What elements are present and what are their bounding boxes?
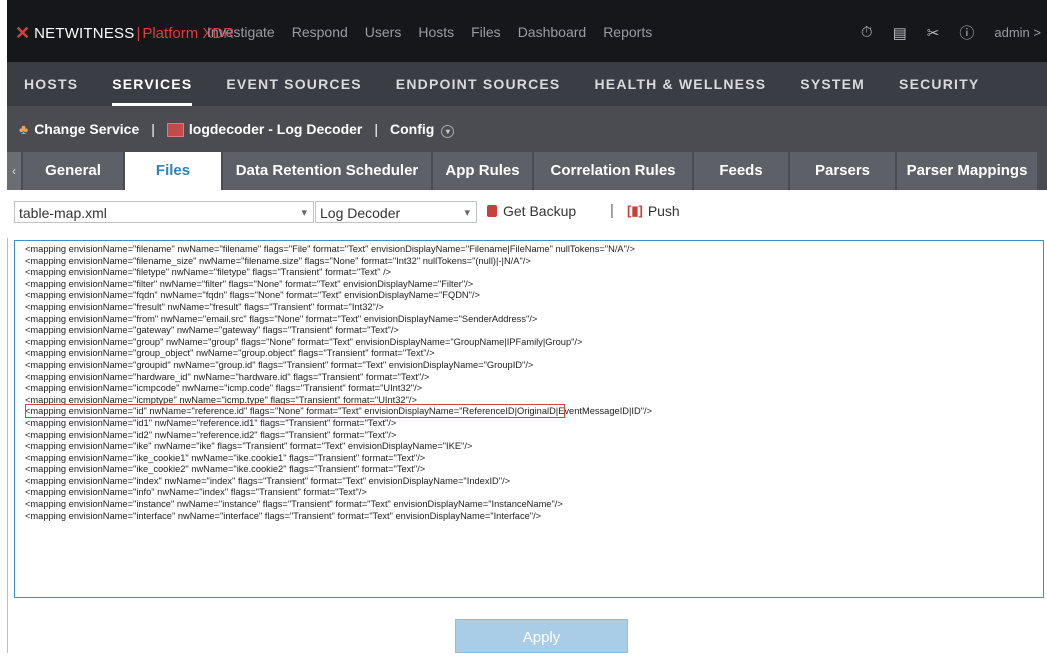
document-icon[interactable]: ▤ <box>893 24 907 42</box>
change-service-button[interactable]: ♣ Change Service <box>19 121 139 137</box>
admin-nav: HOSTS SERVICES EVENT SOURCES ENDPOINT SO… <box>7 62 1047 106</box>
admin-nav-services[interactable]: SERVICES <box>95 62 209 106</box>
brand-name: NETWITNESS <box>34 25 135 42</box>
push-icon: [▮] <box>627 203 643 218</box>
file-line: <mapping envisionName="fqdn" nwName="fqd… <box>25 290 480 301</box>
push-button[interactable]: [▮] Push <box>627 203 680 219</box>
admin-nav-endpoint-sources[interactable]: ENDPOINT SOURCES <box>379 62 578 106</box>
top-nav: Investigate Respond Users Hosts Files Da… <box>207 24 652 40</box>
user-name: admin <box>994 25 1030 40</box>
service-tree-icon: ♣ <box>19 121 29 137</box>
file-line: <mapping envisionName="filename_size" nw… <box>25 255 531 266</box>
file-line: <mapping envisionName="icmpcode" nwName=… <box>25 383 423 394</box>
config-menu[interactable]: Config ▾ <box>390 120 455 138</box>
file-line: <mapping envisionName="groupid" nwName="… <box>25 359 534 370</box>
service-bar: ♣ Change Service | logdecoder - Log Deco… <box>7 106 1047 152</box>
file-select-value: table-map.xml <box>19 205 107 221</box>
tab-parser-mappings[interactable]: Parser Mappings <box>897 152 1037 190</box>
tab-parsers[interactable]: Parsers <box>790 152 895 190</box>
service-name-label: logdecoder - Log Decoder <box>188 120 363 137</box>
file-line: <mapping envisionName="instance" nwName=… <box>25 499 563 510</box>
help-icon[interactable]: ⓘ <box>959 22 974 43</box>
toolbar-divider: | <box>610 202 614 219</box>
file-line: <mapping envisionName="fresult" nwName="… <box>25 301 384 312</box>
netwitness-logo-icon: ✕ <box>15 23 31 43</box>
push-label: Push <box>647 203 680 219</box>
divider: | <box>151 121 155 137</box>
file-select[interactable]: table-map.xml ▾ <box>14 201 314 223</box>
change-service-label: Change Service <box>34 121 140 137</box>
service-name: logdecoder - Log Decoder <box>166 120 363 138</box>
file-line: <mapping envisionName="id2" nwName="refe… <box>25 429 397 440</box>
chevron-down-icon: ▾ <box>301 207 307 219</box>
top-bar: ✕ NETWITNESS | Platform XDR Investigate … <box>7 0 1047 62</box>
file-line: <mapping envisionName="ike_cookie1" nwNa… <box>25 452 426 463</box>
admin-nav-security[interactable]: SECURITY <box>882 62 996 106</box>
file-line: <mapping envisionName="filename" nwName=… <box>25 244 635 254</box>
files-toolbar: table-map.xml ▾ Log Decoder ▾ Get Backup… <box>7 190 1047 238</box>
tab-general[interactable]: General <box>23 152 123 190</box>
file-line-highlighted: <mapping envisionName="hardware_id" nwNa… <box>25 371 430 382</box>
nav-reports[interactable]: Reports <box>603 24 652 40</box>
tab-data-retention-scheduler[interactable]: Data Retention Scheduler <box>223 152 431 190</box>
timer-icon[interactable]: ⏱ <box>861 24 873 41</box>
admin-nav-system[interactable]: SYSTEM <box>783 62 882 106</box>
top-icons: ⏱ ▤ ✂ ⓘ admin > <box>861 22 1041 43</box>
file-line: <mapping envisionName="ike" nwName="ike"… <box>25 441 473 452</box>
apply-button[interactable]: Apply <box>455 619 628 653</box>
service-select-value: Log Decoder <box>320 205 401 221</box>
chevron-down-icon: ▾ <box>441 124 455 138</box>
file-line: <mapping envisionName="index" nwName="in… <box>25 475 511 486</box>
tab-feeds[interactable]: Feeds <box>694 152 788 190</box>
file-content: <mapping envisionName="filename" nwName=… <box>15 241 1043 522</box>
nav-investigate[interactable]: Investigate <box>207 24 275 40</box>
admin-nav-event-sources[interactable]: EVENT SOURCES <box>209 62 378 106</box>
file-line: <mapping envisionName="id1" nwName="refe… <box>25 417 397 428</box>
divider: | <box>374 121 378 137</box>
backup-icon <box>487 205 497 217</box>
tab-correlation-rules[interactable]: Correlation Rules <box>534 152 692 190</box>
service-tabs: ‹ General Files Data Retention Scheduler… <box>7 152 1047 190</box>
service-select[interactable]: Log Decoder ▾ <box>315 201 477 223</box>
tab-app-rules[interactable]: App Rules <box>433 152 532 190</box>
admin-nav-health-wellness[interactable]: HEALTH & WELLNESS <box>577 62 783 106</box>
get-backup-label: Get Backup <box>503 203 577 219</box>
file-line: <mapping envisionName="filter" nwName="f… <box>25 278 474 289</box>
file-line: <mapping envisionName="filetype" nwName=… <box>25 267 392 278</box>
file-line: <mapping envisionName="interface" nwName… <box>25 510 542 521</box>
chevron-down-icon: ▾ <box>464 207 470 219</box>
user-menu[interactable]: admin > <box>994 25 1041 40</box>
get-backup-button[interactable]: Get Backup <box>487 203 576 219</box>
scroll-left-icon[interactable]: ‹ <box>7 152 21 190</box>
nav-dashboard[interactable]: Dashboard <box>518 24 587 40</box>
nav-files[interactable]: Files <box>471 24 501 40</box>
highlight-box <box>25 404 565 418</box>
nav-users[interactable]: Users <box>365 24 402 40</box>
tab-files[interactable]: Files <box>125 152 221 190</box>
admin-nav-hosts[interactable]: HOSTS <box>7 62 95 106</box>
file-line: <mapping envisionName="info" nwName="ind… <box>25 487 367 498</box>
file-line: <mapping envisionName="from" nwName="ema… <box>25 313 538 324</box>
file-editor[interactable]: <mapping envisionName="filename" nwName=… <box>14 240 1044 598</box>
config-label: Config <box>390 120 435 137</box>
file-line: <mapping envisionName="group_object" nwN… <box>25 348 435 359</box>
brand-separator: | <box>136 25 141 42</box>
nav-respond[interactable]: Respond <box>292 24 348 40</box>
netwitness-logo[interactable]: ✕ NETWITNESS | Platform XDR <box>15 23 234 44</box>
nav-hosts[interactable]: Hosts <box>418 24 454 40</box>
chevron-right-icon: > <box>1033 25 1041 40</box>
decoder-icon <box>166 123 184 138</box>
tools-icon[interactable]: ✂ <box>927 24 940 42</box>
file-line: <mapping envisionName="ike_cookie2" nwNa… <box>25 464 426 475</box>
content-divider <box>7 238 8 653</box>
file-line: <mapping envisionName="group" nwName="gr… <box>25 336 583 347</box>
file-line: <mapping envisionName="gateway" nwName="… <box>25 325 399 336</box>
